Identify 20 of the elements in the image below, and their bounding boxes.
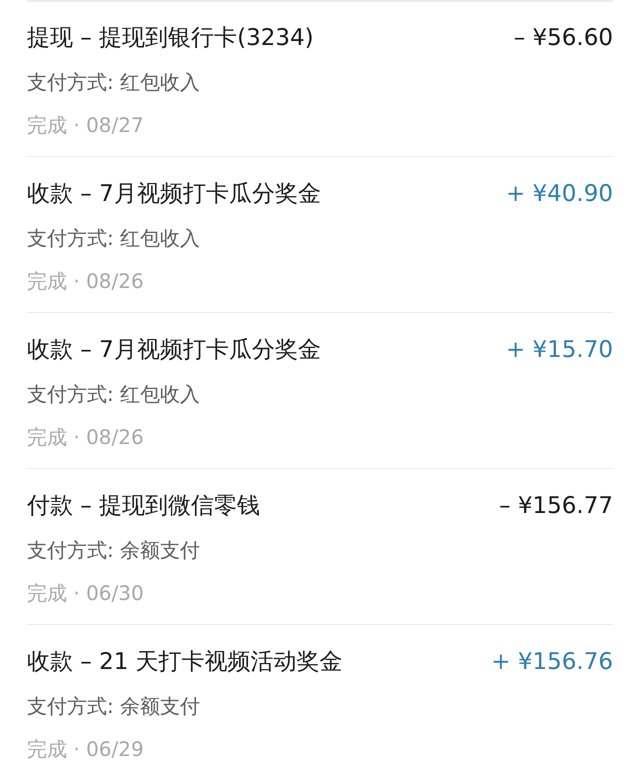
transaction-status: 完成 · 06/30: [27, 580, 144, 606]
transaction-title: 提现 – 提现到银行卡(3234): [27, 24, 314, 53]
transaction-status: 完成 · 08/26: [27, 268, 144, 294]
transaction-amount: + ¥40.90: [506, 180, 613, 209]
payment-method: 支付方式: 红包收入: [27, 69, 200, 95]
payment-method: 支付方式: 红包收入: [27, 225, 200, 251]
transaction-title: 收款 – 7月视频打卡瓜分奖金: [27, 180, 321, 209]
transaction-title: 收款 – 7月视频打卡瓜分奖金: [27, 336, 321, 365]
payment-method: 支付方式: 余额支付: [27, 537, 200, 563]
transaction-status: 完成 · 08/27: [27, 112, 144, 138]
transaction-amount: – ¥56.60: [514, 24, 613, 53]
transaction-title: 付款 – 提现到微信零钱: [27, 492, 260, 521]
payment-method: 支付方式: 红包收入: [27, 381, 200, 407]
transaction-amount: + ¥15.70: [506, 336, 613, 365]
transaction-amount: + ¥156.76: [491, 648, 613, 677]
transaction-amount: – ¥156.77: [499, 492, 613, 521]
transaction-status: 完成 · 06/29: [27, 736, 144, 762]
payment-method: 支付方式: 余额支付: [27, 693, 200, 719]
transaction-title: 收款 – 21 天打卡视频活动奖金: [27, 648, 343, 677]
transaction-status: 完成 · 08/26: [27, 424, 144, 450]
